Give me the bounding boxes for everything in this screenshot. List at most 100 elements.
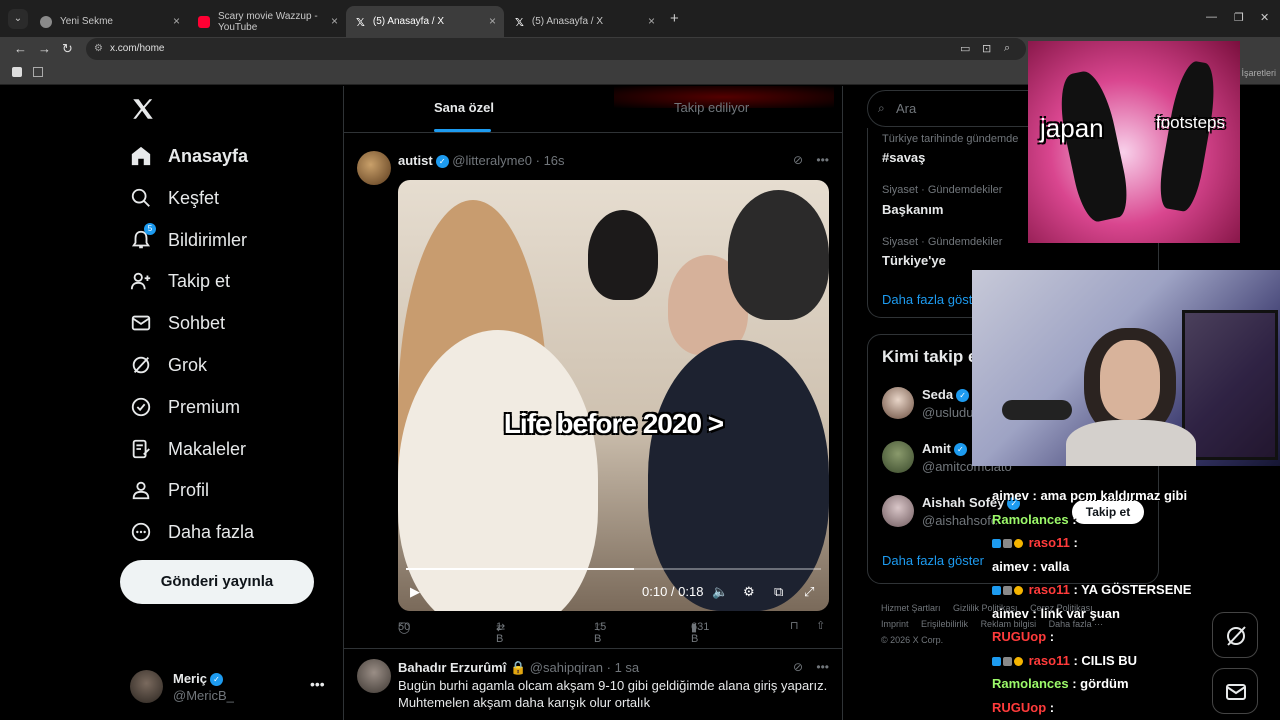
trend-item[interactable]: #savaş <box>882 150 925 165</box>
overlay-word: footsteps <box>1156 113 1225 132</box>
bookmark-icon[interactable] <box>12 67 22 77</box>
show-more-link[interactable]: Daha fazla göster <box>882 292 984 307</box>
tweet-time[interactable]: 16s <box>544 153 565 168</box>
grok-floating-button[interactable] <box>1212 612 1258 658</box>
chat-message: RUGUop : <box>992 629 1055 644</box>
new-tab-icon[interactable]: + <box>670 10 679 27</box>
tweet-time[interactable]: 1 sa <box>615 660 640 675</box>
sidebar-item-label: Takip et <box>168 270 231 291</box>
search-placeholder: Ara <box>896 101 917 116</box>
zoom-icon[interactable]: ⌕ <box>1004 42 1010 55</box>
grok-icon[interactable]: ⊘ <box>793 153 803 167</box>
dot-separator: · <box>535 153 540 168</box>
more-options-icon[interactable]: ••• <box>816 153 829 167</box>
share-icon[interactable]: ⇧ <box>816 619 825 632</box>
chat-badge-icon <box>992 539 1001 549</box>
author-handle[interactable]: @sahipqiran <box>530 660 603 675</box>
sidebar-item-messages[interactable]: Sohbet <box>130 308 225 338</box>
trend-item[interactable]: Başkanım <box>882 202 943 217</box>
sidebar-item-follow[interactable]: Takip et <box>130 266 230 296</box>
avatar[interactable] <box>882 441 914 473</box>
sidebar-item-label: Anasayfa <box>168 145 249 166</box>
browser-tab-3[interactable]: 𝕏 (5) Anasayfa / X × <box>346 6 504 37</box>
tab-search-button[interactable]: ⌄ <box>8 9 28 29</box>
avatar <box>130 670 163 703</box>
grok-icon[interactable]: ⊘ <box>793 660 803 674</box>
video-person <box>728 190 829 320</box>
tweet-header: autist ✓ @litteralyme0 · 16s <box>398 153 565 169</box>
post-button[interactable]: Gönderi yayınla <box>120 560 314 604</box>
sidebar-item-notifications[interactable]: 5 Bildirimler <box>130 223 247 255</box>
all-bookmarks-label[interactable]: r İşaretleri <box>1236 68 1276 78</box>
sidebar-item-premium[interactable]: Premium <box>130 392 240 422</box>
play-icon[interactable]: ▶ <box>410 584 420 600</box>
video-progress-bar[interactable] <box>406 568 821 570</box>
video-time: 0:10 / 0:18 <box>642 584 704 599</box>
sidebar-item-profile[interactable]: Profil <box>130 475 209 505</box>
video-player[interactable]: Life before 2020 > ▶ 0:10 / 0:18 🔈 ⚙ ⧉ ⤢ <box>398 180 829 611</box>
apps-icon[interactable] <box>33 67 43 77</box>
tab-for-you[interactable]: Sana özel <box>434 100 494 115</box>
fullscreen-icon[interactable]: ⤢ <box>804 584 814 600</box>
author-name[interactable]: Bahadır Erzurûmî <box>398 660 506 675</box>
back-icon[interactable]: ← <box>14 41 27 56</box>
close-icon[interactable]: × <box>331 14 338 28</box>
sidebar-item-label: Makaleler <box>168 438 247 459</box>
sidebar-item-more[interactable]: Daha fazla <box>130 517 254 547</box>
site-info-icon[interactable]: ⚙ <box>94 38 103 60</box>
mail-icon <box>131 315 151 331</box>
close-icon[interactable]: × <box>489 14 496 28</box>
author-handle[interactable]: @litteralyme0 <box>452 153 532 168</box>
picture-in-picture-icon[interactable]: ⧉ <box>774 584 783 600</box>
x-logo-icon[interactable] <box>130 96 156 122</box>
more-options-icon[interactable]: ••• <box>816 660 829 674</box>
messages-floating-button[interactable] <box>1212 668 1258 714</box>
suggestion-name[interactable]: Seda ✓ <box>922 387 970 403</box>
avatar[interactable] <box>882 387 914 419</box>
settings-icon[interactable]: ⚙ <box>743 584 755 600</box>
home-icon <box>131 146 151 166</box>
window-close-icon[interactable]: ✕ <box>1260 11 1269 24</box>
follow-button[interactable]: Takip et <box>1072 500 1144 524</box>
footer-link[interactable]: Erişilebilirlik <box>921 619 968 629</box>
browser-tab-4[interactable]: 𝕏 (5) Anasayfa / X × <box>505 6 663 37</box>
bookmark-icon[interactable]: ⊓ <box>790 619 799 632</box>
sidebar-item-explore[interactable]: Keşfet <box>130 183 219 213</box>
tweet[interactable]: Bahadır Erzurûmî 🔒 @sahipqiran · 1 sa ⊘ … <box>344 649 843 720</box>
browser-tab-1[interactable]: Yeni Sekme × <box>30 6 188 37</box>
forward-icon[interactable]: → <box>38 41 51 56</box>
dot-separator: · <box>606 660 611 675</box>
address-bar[interactable]: ⚙ x.com/home <box>86 38 1026 60</box>
avatar[interactable] <box>882 495 914 527</box>
avatar[interactable] <box>357 659 391 693</box>
chat-badge-icon <box>992 657 1001 667</box>
show-more-link[interactable]: Daha fazla göster <box>882 553 984 568</box>
verified-icon: ✓ <box>435 155 449 169</box>
author-name[interactable]: autist <box>398 153 433 168</box>
account-switcher[interactable]: Meriç ✓ @MericB_ ••• <box>130 670 330 710</box>
close-icon[interactable]: × <box>173 14 180 28</box>
reload-icon[interactable]: ↻ <box>62 41 73 57</box>
more-options-icon[interactable]: ••• <box>310 676 325 692</box>
footer-link[interactable]: Hizmet Şartları <box>881 603 941 613</box>
tab-following[interactable]: Takip ediliyor <box>674 100 749 115</box>
tweet[interactable]: autist ✓ @litteralyme0 · 16s ⊘ ••• Life b… <box>344 141 843 649</box>
chat-message: Ramolances : <box>992 512 1077 527</box>
article-icon <box>132 439 150 459</box>
close-icon[interactable]: × <box>648 14 655 28</box>
avatar[interactable] <box>357 151 391 185</box>
browser-tab-2[interactable]: Scary movie Wazzup - YouTube × <box>188 6 346 37</box>
trend-item[interactable]: Türkiye'ye <box>882 253 946 268</box>
sidebar-item-home[interactable]: Anasayfa <box>130 141 248 171</box>
minimize-icon[interactable]: — <box>1206 11 1217 23</box>
sidebar-item-grok[interactable]: Grok <box>130 350 207 380</box>
footer-link[interactable]: Imprint <box>881 619 909 629</box>
cast-icon[interactable]: ▭ <box>960 42 970 55</box>
mail-icon <box>1226 684 1246 700</box>
chat-badge-icon <box>1014 539 1023 549</box>
volume-icon[interactable]: 🔈 <box>712 584 728 600</box>
restore-icon[interactable]: ❐ <box>1234 11 1244 24</box>
suggestion-name[interactable]: Amit ✓ <box>922 441 967 457</box>
sidebar-item-articles[interactable]: Makaleler <box>130 434 246 464</box>
install-icon[interactable]: ⊡ <box>982 42 991 55</box>
